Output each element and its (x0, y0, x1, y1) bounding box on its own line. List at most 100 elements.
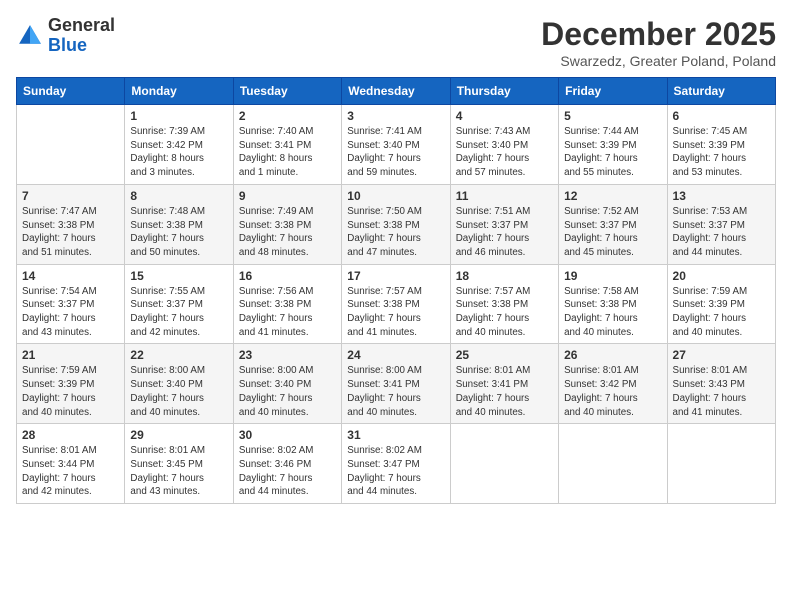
page-header: General Blue December 2025 Swarzedz, Gre… (16, 16, 776, 69)
day-number: 24 (347, 348, 444, 362)
calendar-cell: 9 Sunrise: 7:49 AM Sunset: 3:38 PM Daylig… (233, 184, 341, 264)
day-number: 21 (22, 348, 119, 362)
day-info: Sunrise: 7:40 AM Sunset: 3:41 PM Dayligh… (239, 125, 336, 180)
day-info: Sunrise: 8:01 AM Sunset: 3:45 PM Dayligh… (130, 444, 227, 499)
day-info: Sunrise: 8:00 AM Sunset: 3:41 PM Dayligh… (347, 364, 444, 419)
day-info: Sunrise: 7:47 AM Sunset: 3:38 PM Dayligh… (22, 205, 119, 260)
calendar-cell: 17 Sunrise: 7:57 AM Sunset: 3:38 PM Dayli… (342, 264, 450, 344)
day-number: 8 (130, 189, 227, 203)
day-number: 31 (347, 428, 444, 442)
day-info: Sunrise: 7:57 AM Sunset: 3:38 PM Dayligh… (456, 285, 553, 340)
calendar-cell: 25 Sunrise: 8:01 AM Sunset: 3:41 PM Dayli… (450, 344, 558, 424)
day-info: Sunrise: 7:55 AM Sunset: 3:37 PM Dayligh… (130, 285, 227, 340)
day-number: 18 (456, 269, 553, 283)
calendar-cell: 15 Sunrise: 7:55 AM Sunset: 3:37 PM Dayli… (125, 264, 233, 344)
calendar-cell (559, 424, 667, 504)
header-wednesday: Wednesday (342, 78, 450, 105)
calendar-cell: 12 Sunrise: 7:52 AM Sunset: 3:37 PM Dayli… (559, 184, 667, 264)
calendar-table: SundayMondayTuesdayWednesdayThursdayFrid… (16, 77, 776, 504)
logo-blue-text: Blue (48, 35, 87, 55)
calendar-cell: 21 Sunrise: 7:59 AM Sunset: 3:39 PM Dayli… (17, 344, 125, 424)
day-info: Sunrise: 8:01 AM Sunset: 3:42 PM Dayligh… (564, 364, 661, 419)
day-info: Sunrise: 7:57 AM Sunset: 3:38 PM Dayligh… (347, 285, 444, 340)
day-number: 7 (22, 189, 119, 203)
day-number: 3 (347, 109, 444, 123)
calendar-week-row: 14Sunrise: 7:54 AM Sunset: 3:37 PM Dayli… (17, 264, 776, 344)
day-number: 17 (347, 269, 444, 283)
calendar-cell: 3 Sunrise: 7:41 AM Sunset: 3:40 PM Daylig… (342, 105, 450, 185)
day-info: Sunrise: 7:56 AM Sunset: 3:38 PM Dayligh… (239, 285, 336, 340)
day-info: Sunrise: 8:00 AM Sunset: 3:40 PM Dayligh… (239, 364, 336, 419)
day-number: 13 (673, 189, 770, 203)
day-number: 19 (564, 269, 661, 283)
day-number: 1 (130, 109, 227, 123)
calendar-cell: 10 Sunrise: 7:50 AM Sunset: 3:38 PM Dayli… (342, 184, 450, 264)
calendar-week-row: 1Sunrise: 7:39 AM Sunset: 3:42 PM Daylig… (17, 105, 776, 185)
day-info: Sunrise: 7:50 AM Sunset: 3:38 PM Dayligh… (347, 205, 444, 260)
calendar-cell: 30Sunrise: 8:02 AM Sunset: 3:46 PM Dayli… (233, 424, 341, 504)
day-number: 29 (130, 428, 227, 442)
calendar-cell: 13 Sunrise: 7:53 AM Sunset: 3:37 PM Dayli… (667, 184, 775, 264)
day-info: Sunrise: 8:01 AM Sunset: 3:44 PM Dayligh… (22, 444, 119, 499)
day-number: 16 (239, 269, 336, 283)
day-number: 27 (673, 348, 770, 362)
calendar-cell (450, 424, 558, 504)
day-info: Sunrise: 8:01 AM Sunset: 3:43 PM Dayligh… (673, 364, 770, 419)
calendar-cell: 26 Sunrise: 8:01 AM Sunset: 3:42 PM Dayli… (559, 344, 667, 424)
day-info: Sunrise: 7:45 AM Sunset: 3:39 PM Dayligh… (673, 125, 770, 180)
day-number: 10 (347, 189, 444, 203)
calendar-cell: 19 Sunrise: 7:58 AM Sunset: 3:38 PM Dayli… (559, 264, 667, 344)
calendar-cell: 20Sunrise: 7:59 AM Sunset: 3:39 PM Dayli… (667, 264, 775, 344)
calendar-cell: 1Sunrise: 7:39 AM Sunset: 3:42 PM Daylig… (125, 105, 233, 185)
calendar-week-row: 28Sunrise: 8:01 AM Sunset: 3:44 PM Dayli… (17, 424, 776, 504)
day-info: Sunrise: 8:02 AM Sunset: 3:46 PM Dayligh… (239, 444, 336, 499)
day-info: Sunrise: 7:48 AM Sunset: 3:38 PM Dayligh… (130, 205, 227, 260)
calendar-cell: 23 Sunrise: 8:00 AM Sunset: 3:40 PM Dayli… (233, 344, 341, 424)
logo-icon (16, 22, 44, 50)
day-number: 6 (673, 109, 770, 123)
day-info: Sunrise: 7:58 AM Sunset: 3:38 PM Dayligh… (564, 285, 661, 340)
calendar-cell: 4Sunrise: 7:43 AM Sunset: 3:40 PM Daylig… (450, 105, 558, 185)
day-number: 22 (130, 348, 227, 362)
calendar-cell: 5Sunrise: 7:44 AM Sunset: 3:39 PM Daylig… (559, 105, 667, 185)
calendar-week-row: 21 Sunrise: 7:59 AM Sunset: 3:39 PM Dayli… (17, 344, 776, 424)
title-block: December 2025 Swarzedz, Greater Poland, … (541, 16, 776, 69)
calendar-cell: 14Sunrise: 7:54 AM Sunset: 3:37 PM Dayli… (17, 264, 125, 344)
calendar-cell: 29 Sunrise: 8:01 AM Sunset: 3:45 PM Dayli… (125, 424, 233, 504)
logo: General Blue (16, 16, 115, 56)
day-info: Sunrise: 7:52 AM Sunset: 3:37 PM Dayligh… (564, 205, 661, 260)
day-info: Sunrise: 8:01 AM Sunset: 3:41 PM Dayligh… (456, 364, 553, 419)
day-info: Sunrise: 7:51 AM Sunset: 3:37 PM Dayligh… (456, 205, 553, 260)
day-info: Sunrise: 7:44 AM Sunset: 3:39 PM Dayligh… (564, 125, 661, 180)
month-title: December 2025 (541, 16, 776, 53)
calendar-body: 1Sunrise: 7:39 AM Sunset: 3:42 PM Daylig… (17, 105, 776, 504)
header-sunday: Sunday (17, 78, 125, 105)
calendar-cell: 2Sunrise: 7:40 AM Sunset: 3:41 PM Daylig… (233, 105, 341, 185)
day-info: Sunrise: 7:41 AM Sunset: 3:40 PM Dayligh… (347, 125, 444, 180)
day-number: 15 (130, 269, 227, 283)
calendar-cell: 18 Sunrise: 7:57 AM Sunset: 3:38 PM Dayli… (450, 264, 558, 344)
day-number: 11 (456, 189, 553, 203)
header-friday: Friday (559, 78, 667, 105)
location-subtitle: Swarzedz, Greater Poland, Poland (541, 53, 776, 69)
logo-general-text: General (48, 15, 115, 35)
calendar-cell: 28Sunrise: 8:01 AM Sunset: 3:44 PM Dayli… (17, 424, 125, 504)
day-number: 14 (22, 269, 119, 283)
day-number: 12 (564, 189, 661, 203)
day-number: 9 (239, 189, 336, 203)
calendar-cell (17, 105, 125, 185)
calendar-week-row: 7 Sunrise: 7:47 AM Sunset: 3:38 PM Daylig… (17, 184, 776, 264)
day-info: Sunrise: 7:49 AM Sunset: 3:38 PM Dayligh… (239, 205, 336, 260)
day-info: Sunrise: 8:00 AM Sunset: 3:40 PM Dayligh… (130, 364, 227, 419)
day-number: 23 (239, 348, 336, 362)
day-info: Sunrise: 7:43 AM Sunset: 3:40 PM Dayligh… (456, 125, 553, 180)
day-info: Sunrise: 7:59 AM Sunset: 3:39 PM Dayligh… (22, 364, 119, 419)
day-number: 25 (456, 348, 553, 362)
calendar-header-row: SundayMondayTuesdayWednesdayThursdayFrid… (17, 78, 776, 105)
header-tuesday: Tuesday (233, 78, 341, 105)
calendar-cell (667, 424, 775, 504)
day-info: Sunrise: 7:53 AM Sunset: 3:37 PM Dayligh… (673, 205, 770, 260)
calendar-cell: 27 Sunrise: 8:01 AM Sunset: 3:43 PM Dayli… (667, 344, 775, 424)
calendar-cell: 7 Sunrise: 7:47 AM Sunset: 3:38 PM Daylig… (17, 184, 125, 264)
day-number: 26 (564, 348, 661, 362)
